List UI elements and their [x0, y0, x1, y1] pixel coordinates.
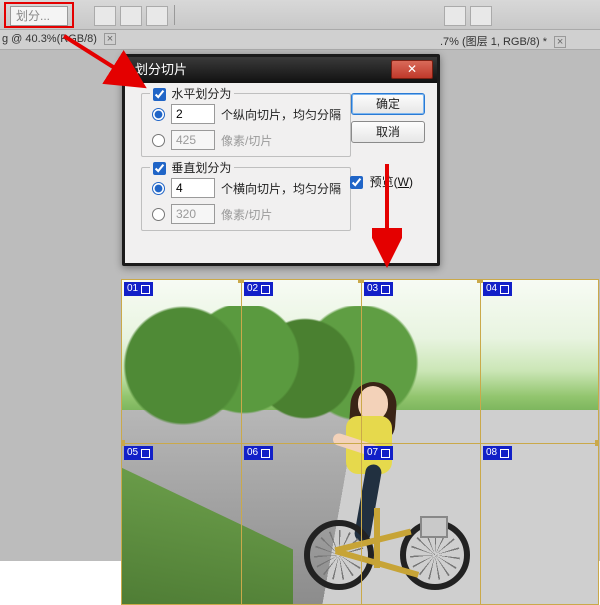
horizontal-enable-checkbox[interactable] — [153, 88, 166, 101]
horizontal-px-desc: 像素/切片 — [221, 132, 272, 149]
vertical-count-radio[interactable] — [152, 182, 165, 195]
slice-type-icon — [261, 449, 270, 458]
slice-badge[interactable]: 02 — [244, 282, 273, 296]
horizontal-px-input — [171, 130, 215, 150]
legend-label: 垂直划分为 — [171, 161, 231, 175]
slice-guide-horizontal[interactable] — [122, 443, 598, 444]
vertical-legend[interactable]: 垂直划分为 — [150, 159, 234, 176]
toolbar-icon[interactable] — [470, 6, 492, 26]
slice-type-icon — [261, 285, 270, 294]
vertical-px-desc: 像素/切片 — [221, 206, 272, 223]
vertical-px-radio[interactable] — [152, 208, 165, 221]
horizontal-count-row: 个纵向切片，均匀分隔 — [152, 104, 341, 124]
slice-type-icon — [500, 449, 509, 458]
horizontal-count-input[interactable] — [171, 104, 215, 124]
vertical-px-input — [171, 204, 215, 224]
horizontal-count-radio[interactable] — [152, 108, 165, 121]
horizontal-legend[interactable]: 水平划分为 — [150, 85, 234, 102]
cancel-button[interactable]: 取消 — [351, 121, 425, 143]
document-tab-bar: g @ 40.3%(RGB/8) × .7% (图层 1, RGB/8) * × — [0, 30, 600, 50]
vertical-count-input[interactable] — [171, 178, 215, 198]
close-icon[interactable]: × — [554, 36, 566, 48]
divide-slice-dialog: 划分切片 ✕ 水平划分为 个纵向切片，均匀分隔 像素/切片 — [122, 54, 440, 266]
toolbar-icon[interactable] — [120, 6, 142, 26]
dialog-title: 划分切片 — [135, 62, 187, 77]
slice-guide-vertical[interactable] — [480, 280, 481, 604]
separator — [174, 5, 175, 25]
slice-type-icon — [381, 285, 390, 294]
toolbar-icon[interactable] — [94, 6, 116, 26]
toolbar-icon[interactable] — [146, 6, 168, 26]
tab-title: g @ 40.3%(RGB/8) — [2, 33, 97, 45]
annotation-highlight — [4, 2, 74, 28]
slice-badge[interactable]: 07 — [364, 446, 393, 460]
slice-badge[interactable]: 04 — [483, 282, 512, 296]
ok-button[interactable]: 确定 — [351, 93, 425, 115]
image-canvas[interactable]: 01 02 03 04 05 06 07 08 — [121, 279, 599, 605]
horizontal-divide-group: 水平划分为 个纵向切片，均匀分隔 像素/切片 — [141, 93, 351, 157]
preview-checkbox[interactable] — [350, 176, 363, 189]
preview-checkbox-label[interactable]: 预览(W) — [350, 173, 413, 190]
vertical-px-row: 像素/切片 — [152, 204, 272, 224]
photo-subject — [302, 386, 452, 596]
close-button[interactable]: ✕ — [391, 60, 433, 79]
dialog-body: 水平划分为 个纵向切片，均匀分隔 像素/切片 垂直划分为 — [125, 83, 437, 263]
workspace: 划分切片 ✕ 水平划分为 个纵向切片，均匀分隔 像素/切片 — [0, 50, 600, 561]
horizontal-px-radio[interactable] — [152, 134, 165, 147]
document-tab-left[interactable]: g @ 40.3%(RGB/8) × — [2, 33, 116, 45]
options-bar: 划分... — [0, 0, 600, 30]
slice-badge[interactable]: 01 — [124, 282, 153, 296]
toolbar-icon[interactable] — [444, 6, 466, 26]
tab-title: .7% (图层 1, RGB/8) * — [440, 36, 547, 48]
dialog-titlebar[interactable]: 划分切片 ✕ — [125, 57, 437, 83]
close-icon[interactable]: × — [104, 33, 116, 45]
slice-badge[interactable]: 08 — [483, 446, 512, 460]
slice-type-icon — [141, 285, 150, 294]
legend-label: 水平划分为 — [171, 87, 231, 101]
slice-handle[interactable] — [595, 440, 599, 446]
slice-type-icon — [141, 449, 150, 458]
horizontal-px-row: 像素/切片 — [152, 130, 272, 150]
slice-type-icon — [381, 449, 390, 458]
slice-guide-vertical[interactable] — [361, 280, 362, 604]
vertical-divide-group: 垂直划分为 个横向切片，均匀分隔 像素/切片 — [141, 167, 351, 231]
document-tab-right[interactable]: .7% (图层 1, RGB/8) * × — [440, 33, 566, 49]
horizontal-count-desc: 个纵向切片，均匀分隔 — [221, 106, 341, 123]
slice-badge[interactable]: 06 — [244, 446, 273, 460]
slice-guide-vertical[interactable] — [241, 280, 242, 604]
slice-badge[interactable]: 05 — [124, 446, 153, 460]
vertical-enable-checkbox[interactable] — [153, 162, 166, 175]
slice-badge[interactable]: 03 — [364, 282, 393, 296]
dialog-buttons: 确定 取消 — [351, 93, 425, 149]
slice-type-icon — [500, 285, 509, 294]
vertical-count-desc: 个横向切片，均匀分隔 — [221, 180, 341, 197]
vertical-count-row: 个横向切片，均匀分隔 — [152, 178, 341, 198]
